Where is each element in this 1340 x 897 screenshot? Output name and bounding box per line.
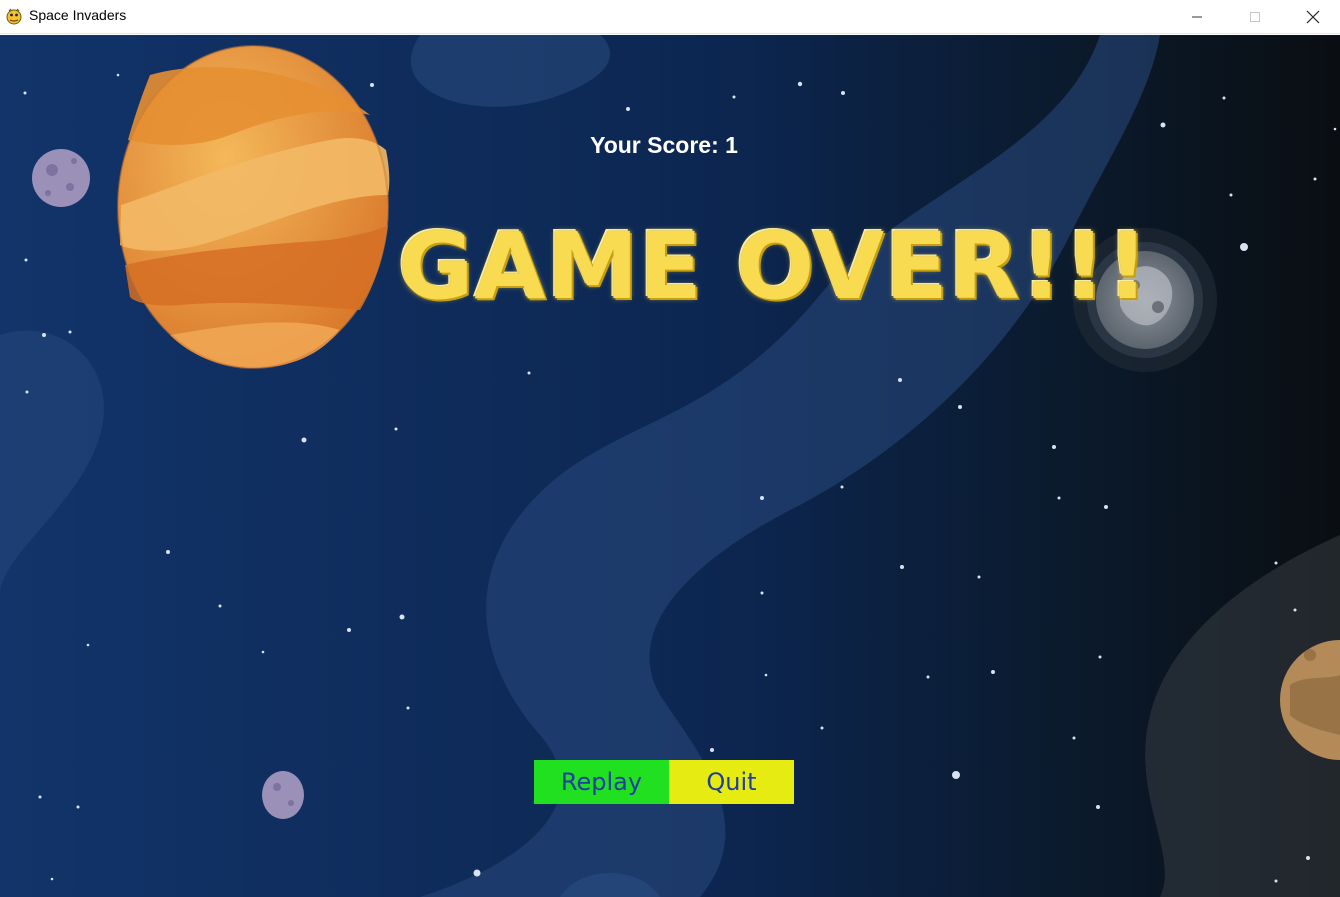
quit-button[interactable]: Quit: [669, 760, 794, 804]
pygame-snake-icon: [6, 8, 22, 25]
minimize-icon: [1192, 16, 1202, 18]
maximize-button[interactable]: [1226, 0, 1284, 34]
game-canvas: Your Score: 1 GAME OVER!!! Replay Quit: [0, 35, 1340, 897]
replay-button[interactable]: Replay: [534, 760, 669, 804]
close-button[interactable]: [1284, 0, 1340, 34]
score-label: Your Score: 1: [590, 132, 738, 158]
close-icon: [1306, 10, 1320, 24]
window-titlebar: Space Invaders: [0, 0, 1340, 34]
orange-gas-giant: [117, 45, 390, 369]
game-over-heading: GAME OVER!!!: [398, 213, 1150, 320]
minimize-button[interactable]: [1168, 0, 1226, 34]
purple-moon-bottom: [262, 771, 304, 819]
window-title: Space Invaders: [29, 7, 127, 23]
maximize-icon: [1250, 12, 1260, 22]
